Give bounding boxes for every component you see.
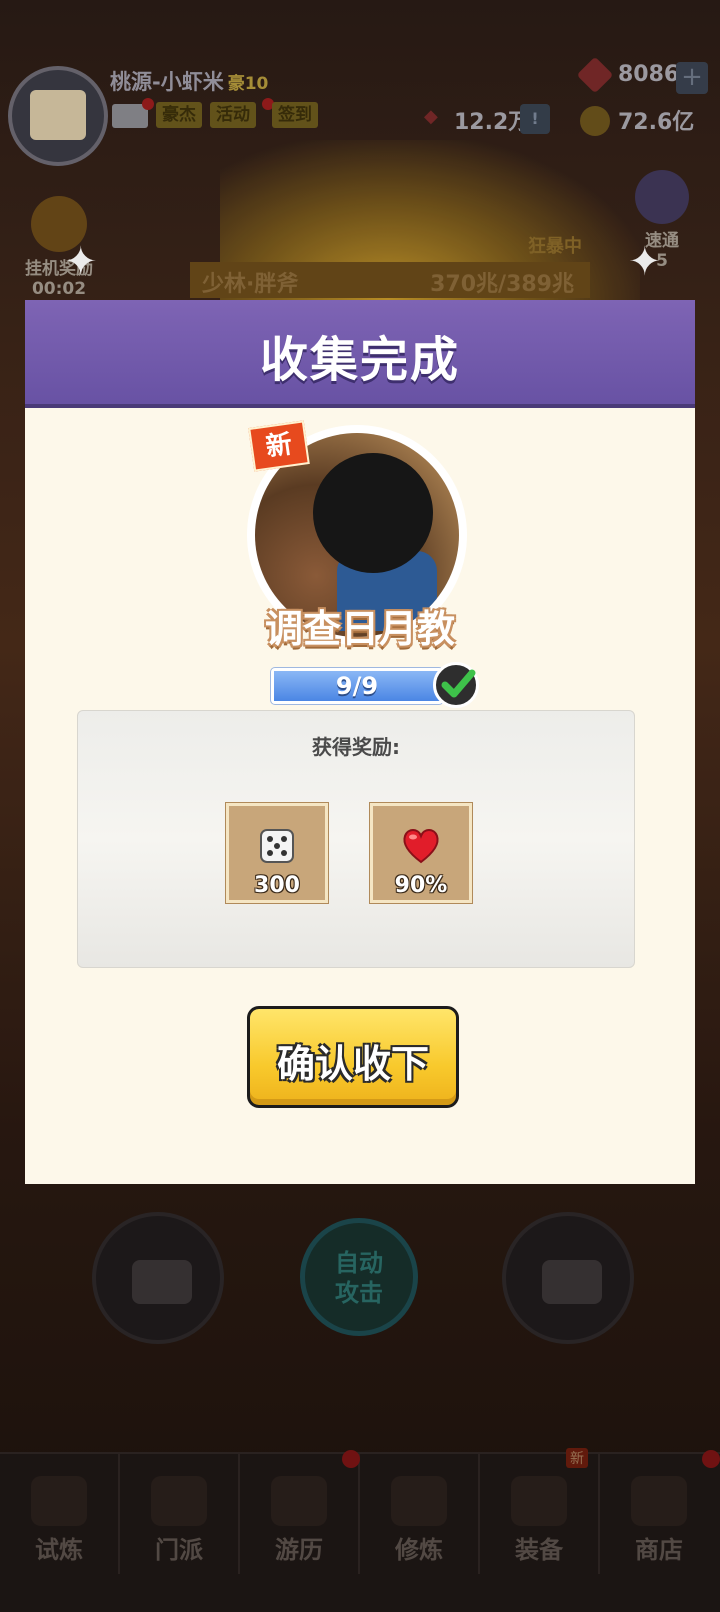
progress-text: 9/9 bbox=[335, 672, 379, 700]
heart-icon bbox=[403, 829, 439, 864]
reward-item[interactable]: 90% bbox=[370, 803, 472, 903]
confirm-receive-button[interactable]: 确认收下 bbox=[247, 1006, 459, 1108]
check-icon bbox=[433, 662, 479, 708]
reward-value: 90% bbox=[394, 873, 448, 898]
character-name: 调查日月教 bbox=[264, 607, 455, 651]
dialog-header: 收集完成 bbox=[25, 300, 695, 408]
reward-item[interactable]: 300 bbox=[226, 803, 328, 903]
reward-value: 300 bbox=[254, 873, 300, 898]
rewards-panel: 获得奖励: 300 90% bbox=[77, 710, 635, 968]
collection-progress-bar: 9/9 bbox=[271, 668, 443, 704]
collection-complete-dialog: 收集完成 新 调查日月教 9/9 获得奖励: 300 90% 确认收下 bbox=[25, 300, 695, 1184]
dialog-title: 收集完成 bbox=[259, 332, 460, 388]
confirm-label: 确认收下 bbox=[276, 1042, 429, 1086]
rewards-title: 获得奖励: bbox=[312, 735, 400, 759]
new-badge: 新 bbox=[248, 420, 310, 472]
dice-icon bbox=[260, 829, 294, 863]
